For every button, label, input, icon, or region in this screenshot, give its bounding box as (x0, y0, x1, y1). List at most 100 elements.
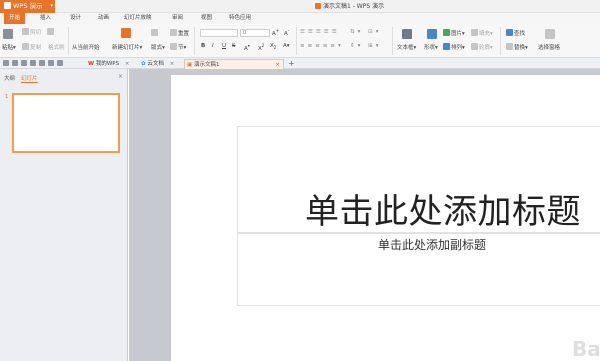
line-spacing-buttons[interactable]: ⇕▾ ⊞▾ (350, 43, 382, 49)
ribbon-divider (194, 27, 195, 55)
tab-presentation-1[interactable]: ▣ 演示文稿1 × (184, 59, 284, 69)
paste-label[interactable]: 粘贴▾ (2, 43, 16, 51)
ribbon-divider (392, 27, 393, 55)
window-title-text: 演示文稿1 - WPS 演示 (323, 3, 385, 10)
tab-special[interactable]: 特色应用 (229, 13, 251, 24)
close-icon[interactable]: × (170, 61, 175, 67)
section-button[interactable]: 节▾ (170, 43, 186, 51)
shape-icon-button[interactable] (427, 29, 438, 40)
font-color-button[interactable]: A▾ (244, 43, 250, 52)
font-size-select[interactable]: 0 (240, 29, 270, 37)
open-icon[interactable] (3, 60, 9, 66)
cut-button[interactable]: 剪切 (22, 28, 41, 36)
tab-view[interactable]: 视图 (201, 13, 212, 24)
paragraph-list-buttons[interactable]: ☰☰☰☰☰ (300, 29, 340, 35)
paste-button[interactable] (3, 29, 14, 40)
copy-text: 复制 (30, 45, 42, 51)
document-tab-bar: W 我的WPS × ✿ 云文档 × ▣ 演示文稿1 × + (0, 58, 600, 69)
chevron-down-icon: ▾ (50, 3, 53, 9)
subscript-button[interactable]: X2 (270, 43, 276, 50)
tab-my-wps[interactable]: W 我的WPS × (86, 59, 129, 69)
copy-button[interactable]: 复制 (22, 43, 41, 51)
paragraph-align-buttons[interactable]: ≡≡≡≡≡▾ (300, 43, 344, 49)
select-pane-icon-button[interactable] (545, 29, 556, 40)
arrange-button[interactable]: 排列▾ (443, 43, 465, 51)
superscript-button[interactable]: X2 (258, 43, 264, 52)
title-placeholder-text[interactable]: 单击此处添加标题 (305, 184, 581, 233)
layout-button[interactable]: 版式▾ (151, 43, 165, 51)
tab-my-wps-label: 我的WPS (95, 61, 120, 67)
new-slide-text: 新建幻灯片 (112, 45, 140, 51)
shape-text: 形状 (424, 45, 436, 51)
tab-cloud-docs-label: 云文档 (147, 61, 164, 67)
replace-button[interactable]: 替换▾ (506, 43, 528, 51)
tab-review[interactable]: 审阅 (172, 13, 183, 24)
font-size-value: 0 (243, 30, 247, 36)
tab-slideshow[interactable]: 幻灯片放映 (124, 13, 152, 24)
tab-outline[interactable]: 大纲 (4, 74, 15, 82)
subtitle-placeholder-text[interactable]: 单击此处添加副标题 (378, 236, 486, 253)
outline-button[interactable]: 轮廓▾ (471, 43, 493, 51)
cloud-icon: ✿ (141, 61, 146, 67)
close-icon[interactable]: × (118, 73, 123, 80)
tab-cloud-docs[interactable]: ✿ 云文档 × (139, 59, 174, 69)
strikethrough-button[interactable]: S (232, 43, 236, 49)
text-box-button[interactable]: 文本框▾ (397, 43, 416, 51)
tab-home[interactable]: 开始 (4, 13, 26, 24)
save-icon[interactable] (12, 60, 18, 66)
layout-icon-button[interactable] (151, 29, 159, 37)
reset-text: 重置 (178, 31, 190, 37)
shape-button[interactable]: 形状▾ (424, 43, 438, 51)
format-painter-label[interactable]: 格式刷 (48, 43, 65, 51)
outline-text: 轮廓 (479, 45, 491, 51)
tab-design[interactable]: 设计 (70, 13, 81, 24)
section-icon (170, 43, 177, 50)
reset-button[interactable]: 重置 (170, 29, 189, 37)
text-box-text: 文本框 (397, 45, 414, 51)
arrange-text: 排列 (451, 45, 463, 51)
font-name-select[interactable] (200, 29, 238, 37)
section-text: 节 (178, 45, 184, 51)
app-menu-button[interactable]: WPS 演示 ▾ (0, 0, 55, 13)
paste-icon (3, 29, 13, 39)
slide-number: 1 (5, 94, 9, 100)
text-box-icon-button[interactable] (402, 29, 413, 40)
underline-button[interactable]: U (222, 43, 226, 49)
select-pane-button[interactable]: 选择窗格 (538, 43, 560, 51)
undo-icon[interactable] (39, 60, 45, 66)
more-icon[interactable] (57, 60, 63, 66)
new-slide-icon (121, 28, 131, 38)
arrange-icon (443, 43, 450, 50)
print-icon[interactable] (21, 60, 27, 66)
tab-slides[interactable]: 幻灯片 (21, 74, 38, 83)
menu-bar: 开始 插入 设计 动画 幻灯片放映 审阅 视图 特色应用 (0, 13, 600, 24)
cut-text: 剪切 (30, 30, 42, 36)
redo-icon[interactable] (48, 60, 54, 66)
from-current-button[interactable]: 从当前开始 (72, 43, 100, 51)
bold-button[interactable]: B (201, 43, 205, 49)
fill-icon (471, 29, 478, 36)
slide-thumbnail[interactable] (12, 93, 120, 153)
format-painter-button[interactable] (47, 28, 55, 36)
picture-button[interactable]: 图片▾ (443, 29, 465, 37)
fill-button[interactable]: 填充▾ (471, 29, 493, 37)
tab-animation[interactable]: 动画 (98, 13, 109, 24)
preview-icon[interactable] (30, 60, 36, 66)
text-effects-button[interactable]: A▾ (283, 43, 290, 49)
copy-icon (22, 43, 29, 50)
text-direction-buttons[interactable]: ⇅▾ ⊡▾ (350, 29, 382, 35)
new-slide-icon-button[interactable] (121, 28, 132, 39)
shrink-font-button[interactable]: A- (284, 29, 289, 37)
grow-font-button[interactable]: A+ (272, 29, 280, 37)
new-tab-button[interactable]: + (288, 58, 295, 69)
close-icon[interactable]: × (125, 61, 130, 67)
italic-button[interactable]: I (212, 43, 214, 49)
picture-icon (443, 29, 450, 36)
shape-icon (427, 29, 437, 39)
find-button[interactable]: 查找 (506, 29, 525, 37)
new-slide-button[interactable]: 新建幻灯片▾ (112, 43, 142, 51)
fill-text: 填充 (479, 31, 491, 37)
title-bar: WPS 演示 ▾ 演示文稿1 - WPS 演示 (0, 0, 600, 13)
layout-text: 版式 (151, 45, 163, 51)
tab-insert[interactable]: 插入 (40, 13, 51, 24)
